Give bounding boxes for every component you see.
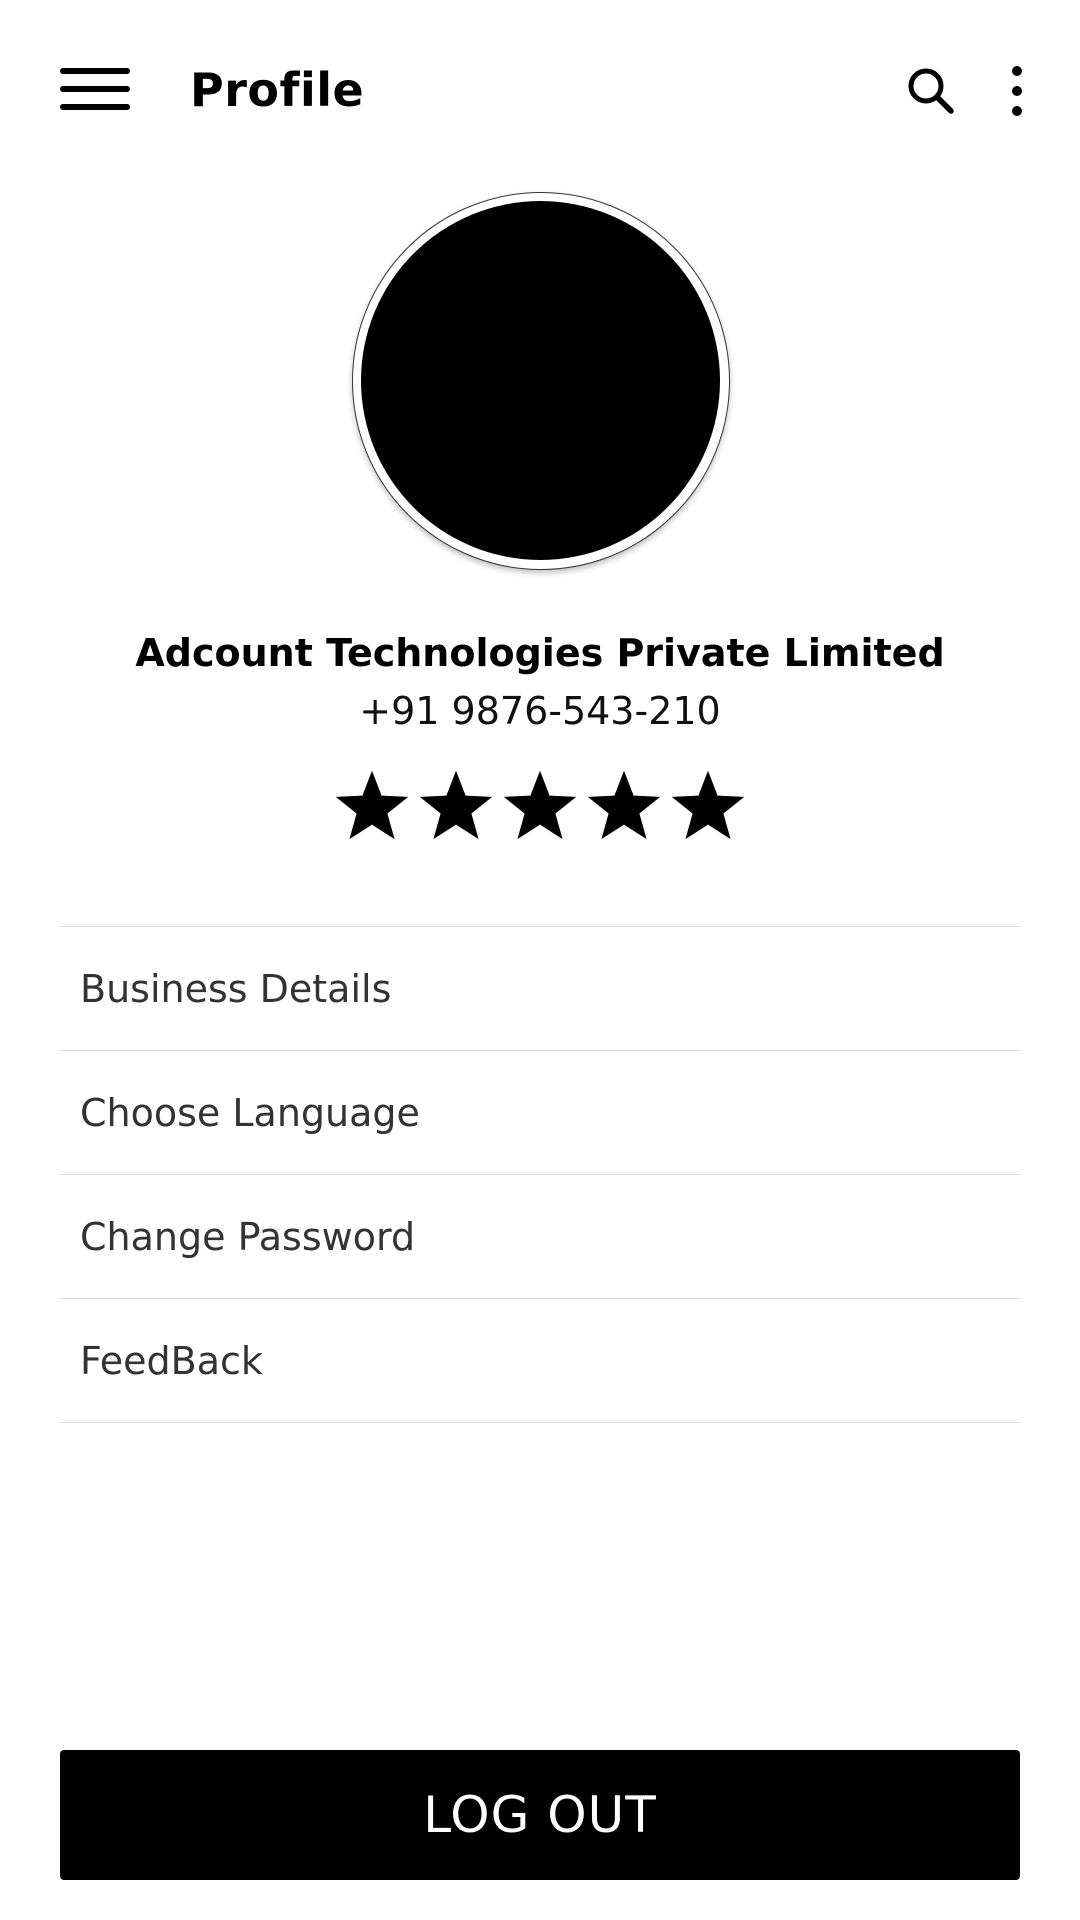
business-phone: +91 9876-543-210 [359,689,721,733]
avatar [361,201,720,560]
star-icon [587,770,661,840]
star-icon [503,770,577,840]
more-dot [1012,66,1022,76]
more-dot [1012,86,1022,96]
menu-line [60,68,130,74]
avatar-frame[interactable] [352,192,730,570]
menu-line [60,104,130,110]
star-icon [335,770,409,840]
business-name: Adcount Technologies Private Limited [135,631,945,675]
logout-button[interactable]: LOG OUT [60,1750,1020,1880]
menu-line [60,86,130,92]
star-rating [0,762,1080,852]
menu-item-change-password[interactable]: Change Password [60,1175,1020,1299]
app-bar: Profile [0,0,1080,180]
menu-item-business-details[interactable]: Business Details [60,927,1020,1051]
profile-menu-list: Business Details Choose Language Change Pa… [60,926,1020,1423]
star-icon [671,770,745,840]
hamburger-menu-icon[interactable] [60,68,132,112]
more-vertical-icon[interactable] [1000,66,1034,116]
page-title: Profile [190,63,365,117]
menu-item-choose-language[interactable]: Choose Language [60,1051,1020,1175]
menu-item-feedback[interactable]: FeedBack [60,1299,1020,1423]
search-icon-glyph [908,68,954,114]
search-icon[interactable] [905,65,957,117]
star-icon [419,770,493,840]
more-dot [1012,106,1022,116]
